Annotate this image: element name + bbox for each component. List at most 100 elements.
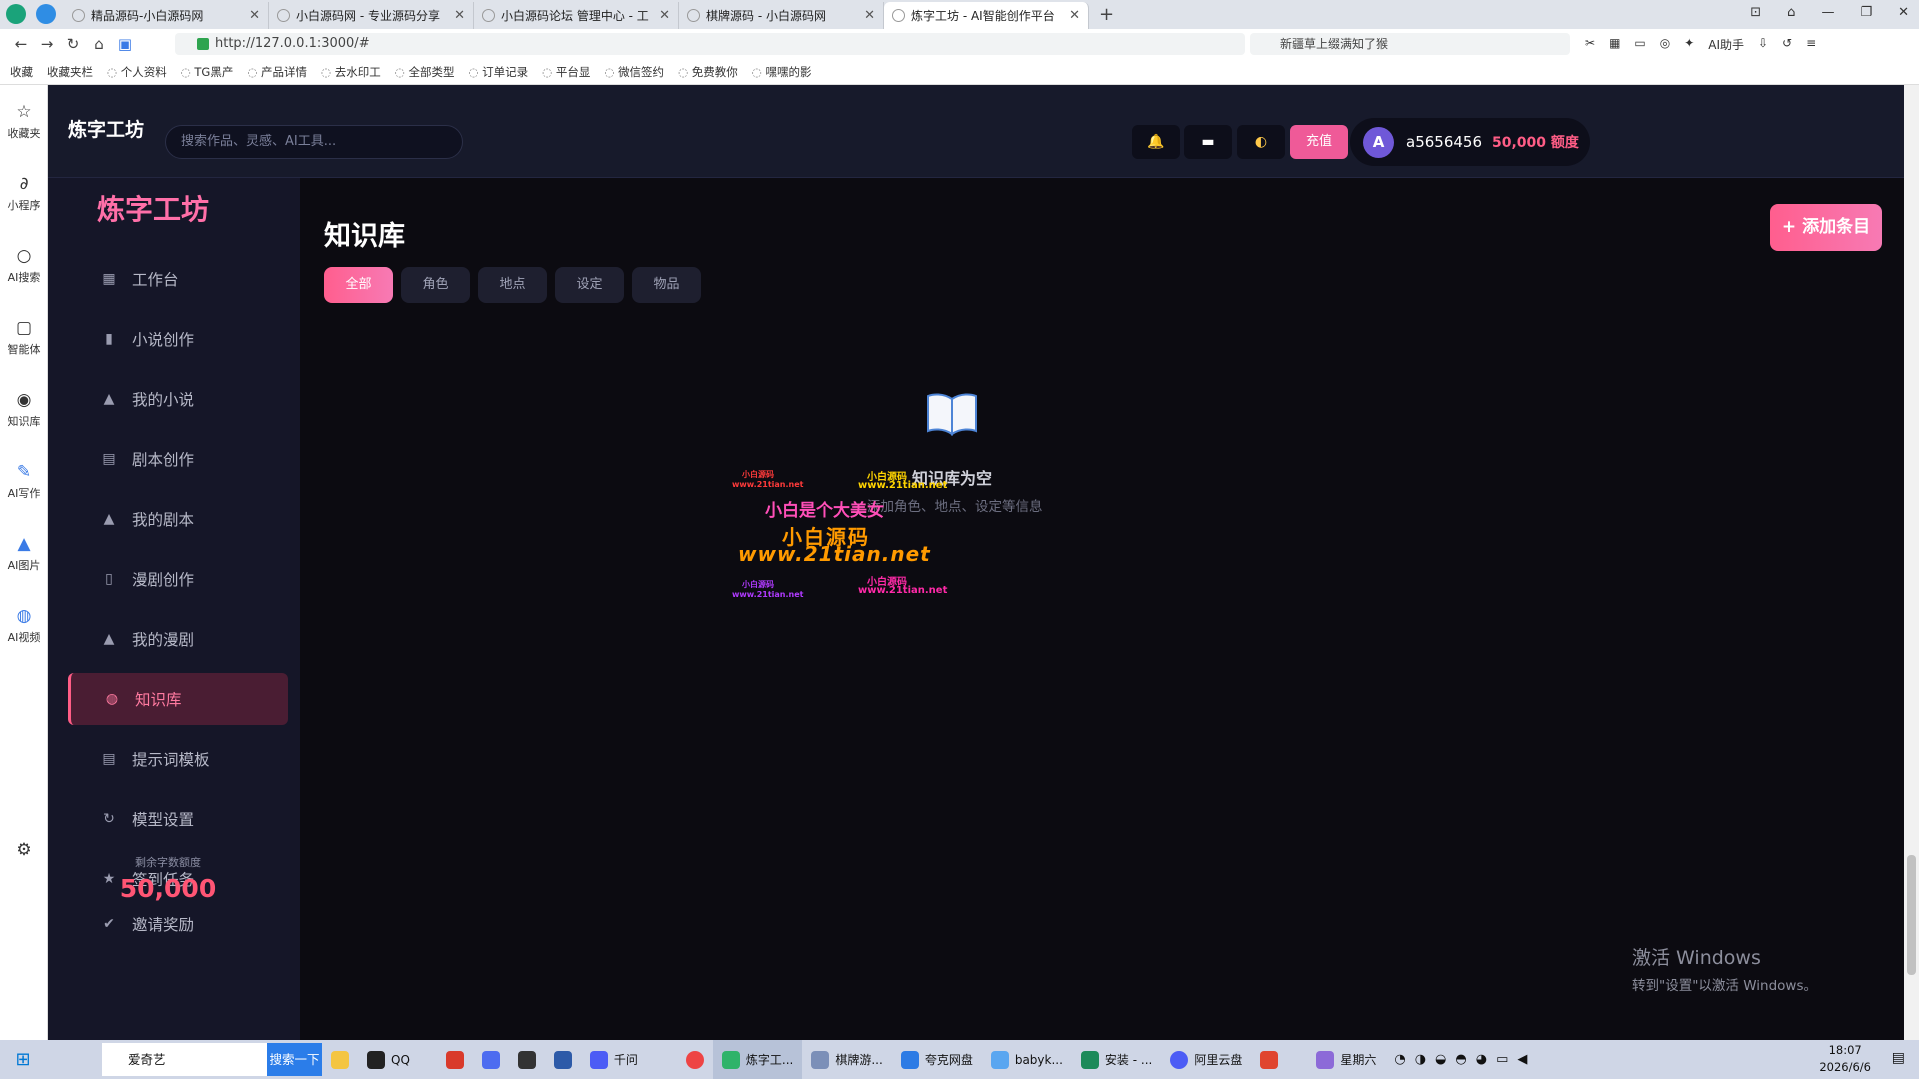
close-window-button[interactable]: ✕: [1898, 5, 1909, 20]
taskbar-app[interactable]: 安装 - ...: [1072, 1040, 1161, 1079]
sidebar-item-workbench[interactable]: ▦ 工作台: [68, 253, 288, 305]
browser-tab[interactable]: 精品源码-小白源码网 ✕: [64, 2, 269, 29]
browser-sidebar-ai-video[interactable]: ◍ AI视频: [0, 589, 48, 661]
ai-icon[interactable]: ▣: [112, 35, 138, 53]
taskbar-meta[interactable]: [509, 1040, 545, 1079]
menu-icon[interactable]: ≡: [1806, 36, 1816, 53]
taskbar-clock[interactable]: 18:07 2026/6/6: [1819, 1042, 1871, 1076]
taskbar-app[interactable]: babyk...: [982, 1040, 1072, 1079]
sidebar-item-my-scripts[interactable]: ▲ 我的剧本: [68, 493, 288, 545]
tab-list-icon[interactable]: ⊡: [1750, 5, 1761, 20]
taskbar-app[interactable]: 棋牌游...: [802, 1040, 891, 1079]
browser-tab[interactable]: 小白源码网 - 专业源码分享 ✕: [269, 2, 474, 29]
bookmark-item[interactable]: 嘿嘿的影: [752, 64, 811, 80]
app-search-input[interactable]: 搜索作品、灵感、AI工具...: [165, 125, 463, 159]
bookmark-item[interactable]: 产品详情: [247, 64, 307, 80]
browser-sidebar-agent[interactable]: ▢ 智能体: [0, 301, 48, 373]
taskbar-app[interactable]: 夸克网盘: [892, 1040, 982, 1079]
tray-icon[interactable]: ◔: [1394, 1052, 1405, 1067]
sidebar-item-invite[interactable]: ✔ 邀请奖励: [98, 913, 194, 935]
reload-icon[interactable]: ↻: [60, 35, 86, 53]
filter-tab-location[interactable]: 地点: [478, 267, 547, 303]
tray-icon[interactable]: ◑: [1415, 1052, 1426, 1067]
filter-tab-setting[interactable]: 设定: [555, 267, 624, 303]
taskbar-powershell[interactable]: [545, 1040, 581, 1079]
undo-icon[interactable]: ↺: [1782, 36, 1792, 53]
sidebar-item-prompt-templates[interactable]: ▤ 提示词模板: [68, 733, 288, 785]
taskbar-wps[interactable]: [437, 1040, 473, 1079]
network-icon[interactable]: ▭: [1496, 1052, 1508, 1067]
taskbar-calendar[interactable]: 星期六: [1307, 1040, 1385, 1079]
ad-block-icon[interactable]: ◎: [1660, 36, 1670, 53]
bookmark-item[interactable]: 去水印工: [321, 64, 381, 80]
bookmark-item[interactable]: 微信签约: [604, 64, 664, 80]
browser-sidebar-miniapp[interactable]: ∂ 小程序: [0, 157, 48, 229]
taskbar-sougou[interactable]: [1251, 1040, 1287, 1079]
sidebar-item-knowledge[interactable]: ◍ 知识库: [68, 673, 288, 725]
browser-sidebar-ai-image[interactable]: ▲ AI图片: [0, 517, 48, 589]
forward-icon[interactable]: →: [34, 35, 60, 53]
download-icon[interactable]: ⇩: [1758, 36, 1768, 53]
browser-tab[interactable]: 棋牌源码 - 小白源码网 ✕: [679, 2, 884, 29]
message-icon[interactable]: ▬: [1184, 125, 1232, 159]
taskbar-search-button[interactable]: 搜索一下: [267, 1043, 322, 1076]
close-icon[interactable]: ✕: [1069, 8, 1080, 23]
ai-helper-button[interactable]: AI助手: [1708, 36, 1744, 53]
app-brand[interactable]: 炼字工坊: [68, 115, 144, 142]
browser-sidebar-ai-write[interactable]: ✎ AI写作: [0, 445, 48, 517]
filter-tab-character[interactable]: 角色: [401, 267, 470, 303]
browser-search-field[interactable]: 新疆草上缀满知了猴: [1250, 33, 1570, 55]
tray-icon[interactable]: ◕: [1476, 1052, 1487, 1067]
sidebar-item-script-create[interactable]: ▤ 剧本创作: [68, 433, 288, 485]
taskbar-app-active[interactable]: 炼字工...: [712, 1040, 803, 1079]
url-field[interactable]: http://127.0.0.1:3000/#: [175, 33, 1245, 55]
puzzle-icon[interactable]: ✦: [1684, 36, 1694, 53]
taskbar-search-input[interactable]: 爱奇艺: [102, 1043, 267, 1076]
filter-tab-all[interactable]: 全部: [324, 267, 393, 303]
page-scrollbar[interactable]: [1904, 85, 1919, 1040]
bookmark-item[interactable]: 个人资料: [107, 64, 167, 80]
scrollbar-thumb[interactable]: [1907, 855, 1916, 975]
back-icon[interactable]: ←: [8, 35, 34, 53]
browser-tab-active[interactable]: 炼字工坊 - AI智能创作平台 ✕: [884, 2, 1089, 29]
bookmark-item[interactable]: 免费教你: [678, 64, 738, 80]
bookmark-favorites[interactable]: 收藏: [10, 64, 33, 80]
browser-sidebar-ai-search[interactable]: ○ AI搜索: [0, 229, 48, 301]
bookmark-item[interactable]: TG黑产: [181, 64, 233, 80]
bookmark-folder[interactable]: 收藏夹栏: [47, 64, 93, 80]
browser-sidebar-knowledge[interactable]: ◉ 知识库: [0, 373, 48, 445]
taskbar-app[interactable]: QQ: [358, 1040, 419, 1079]
taskbar-app[interactable]: 阿里云盘: [1161, 1040, 1251, 1079]
tray-icon[interactable]: ◒: [1435, 1052, 1446, 1067]
browser-logo-icon[interactable]: [6, 4, 26, 24]
sidebar-item-my-novels[interactable]: ▲ 我的小说: [68, 373, 288, 425]
user-menu[interactable]: A a5656456 50,000 额度: [1350, 118, 1590, 166]
volume-icon[interactable]: ◀: [1517, 1052, 1527, 1067]
bookmark-item[interactable]: 全部类型: [395, 64, 454, 80]
tray-icon[interactable]: ◓: [1455, 1052, 1466, 1067]
sidebar-item-my-comics[interactable]: ▲ 我的漫剧: [68, 613, 288, 665]
filter-tab-item[interactable]: 物品: [632, 267, 701, 303]
minimize-button[interactable]: —: [1821, 5, 1834, 20]
scissors-icon[interactable]: ✂: [1585, 36, 1595, 53]
close-icon[interactable]: ✕: [659, 8, 670, 23]
browser-tab[interactable]: 小白源码论坛 管理中心 - 工 ✕: [474, 2, 679, 29]
telegram-icon[interactable]: [36, 4, 56, 24]
home-icon[interactable]: ⌂: [86, 35, 112, 53]
new-tab-button[interactable]: +: [1099, 4, 1114, 25]
sidebar-brand[interactable]: 炼字工坊: [48, 188, 258, 228]
close-icon[interactable]: ✕: [249, 8, 260, 23]
shirt-icon[interactable]: ⌂: [1787, 5, 1795, 20]
taskbar-app[interactable]: 千问: [581, 1040, 647, 1079]
taskbar-file-explorer[interactable]: [322, 1040, 358, 1079]
add-entry-button[interactable]: + 添加条目: [1770, 204, 1882, 251]
taskbar-chrome[interactable]: [677, 1040, 713, 1079]
bell-icon[interactable]: 🔔: [1132, 125, 1180, 159]
bookmark-item[interactable]: 订单记录: [468, 64, 528, 80]
browser-sidebar-settings[interactable]: ⚙: [0, 815, 48, 887]
sidebar-item-comic-create[interactable]: ▯ 漫剧创作: [68, 553, 288, 605]
recharge-button[interactable]: 充值: [1290, 125, 1348, 159]
theme-toggle-icon[interactable]: ◐: [1237, 125, 1285, 159]
sidebar-item-model-settings[interactable]: ↻ 模型设置: [68, 793, 288, 845]
windows-start-icon[interactable]: ⊞: [0, 1049, 46, 1070]
